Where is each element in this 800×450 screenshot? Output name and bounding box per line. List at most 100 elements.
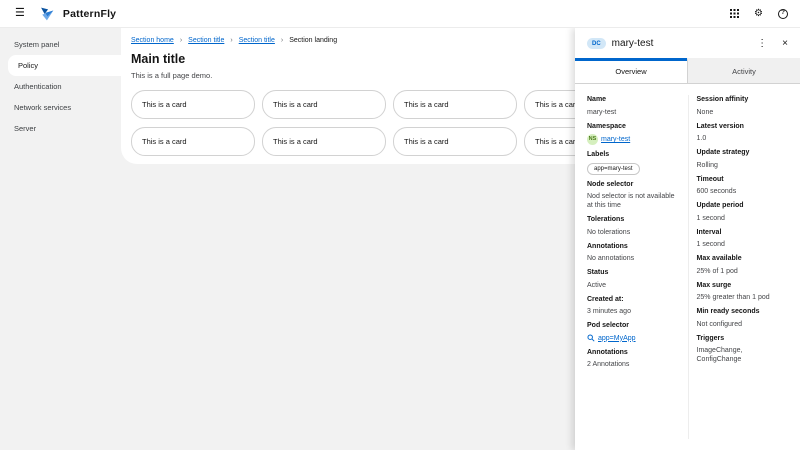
grid-icon	[730, 9, 740, 18]
detail-timeout: Timeout 600 seconds	[697, 175, 789, 197]
card: This is a card	[393, 127, 517, 156]
gear-icon: ⚙	[754, 7, 763, 19]
masthead: ☰ PatternFly ⚙ ?	[0, 0, 800, 28]
detail-term: Update period	[696, 202, 744, 209]
detail-value: mary-test	[587, 108, 617, 116]
card: This is a card	[131, 127, 255, 156]
kebab-icon: ⋮	[757, 37, 768, 49]
detail-value: 600 seconds	[696, 188, 737, 195]
detail-labels: Labels app=mary-test	[587, 150, 680, 175]
sidebar-item-authentication[interactable]: Authentication	[0, 76, 121, 97]
breadcrumb-link-section-title-1[interactable]: Section title	[188, 37, 224, 44]
breadcrumb-link-section-home[interactable]: Section home	[131, 37, 174, 44]
detail-session-affinity: Session affinity None	[697, 95, 789, 117]
drawer-overview-panel: Name mary-test Namespace NS mary-test La…	[575, 84, 800, 450]
drawer-title: mary-test	[611, 38, 654, 49]
detail-term: Session affinity	[696, 96, 749, 103]
detail-term: Name	[587, 96, 607, 103]
namespace-link[interactable]: mary-test	[601, 135, 630, 144]
label-chip: app=mary-test	[587, 162, 640, 175]
detail-term: Interval	[696, 228, 722, 236]
detail-term: Min ready seconds	[696, 308, 760, 315]
detail-value: No tolerations	[587, 228, 631, 236]
details-column-right: Session affinity None Latest version 1.0…	[687, 95, 789, 439]
detail-value: 3 minutes ago	[587, 308, 631, 315]
detail-max-available: Max available 25% of 1 pod	[697, 254, 789, 276]
detail-term: Annotations	[587, 348, 628, 356]
detail-term: Pod selector	[587, 322, 630, 329]
detail-interval: Interval 1 second	[697, 228, 789, 250]
sidebar-item-system-panel[interactable]: System panel	[0, 34, 121, 55]
detail-node-selector: Node selector Nod selector is not availa…	[587, 180, 680, 211]
card-label: This is a card	[535, 100, 580, 109]
card-label: This is a card	[142, 137, 187, 146]
card-label: This is a card	[273, 100, 318, 109]
card: This is a card	[393, 90, 517, 119]
hamburger-icon: ☰	[15, 7, 25, 19]
detail-triggers: Triggers ImageChange, ConfigChange	[697, 334, 789, 365]
breadcrumb-link-section-title-2[interactable]: Section title	[239, 37, 275, 44]
detail-value: 1 second	[696, 241, 725, 248]
card-label: This is a card	[273, 137, 318, 146]
card: This is a card	[262, 127, 386, 156]
detail-term: Update strategy	[696, 149, 750, 156]
detail-update-strategy: Update strategy Rolling	[697, 148, 789, 170]
detail-annotations-count: Annotations 2 Annotations	[587, 348, 680, 370]
settings-button[interactable]: ⚙	[754, 7, 763, 19]
detail-term: Created at:	[587, 295, 624, 303]
chevron-right-icon: ›	[230, 37, 233, 44]
detail-value: Rolling	[696, 161, 718, 169]
sidebar-item-server[interactable]: Server	[0, 118, 121, 139]
card-label: This is a card	[535, 137, 580, 146]
breadcrumb-current-item: Section landing	[289, 37, 338, 44]
detail-value: 25% of 1 pod	[696, 267, 738, 275]
drawer-header: DC mary-test ⋮ ×	[575, 28, 800, 58]
detail-term: Namespace	[587, 122, 626, 130]
namespace-badge: NS	[587, 134, 598, 145]
detail-tolerations: Tolerations No tolerations	[587, 215, 680, 237]
detail-value: 2 Annotations	[587, 361, 630, 368]
close-icon: ×	[782, 37, 788, 49]
sidebar-nav: System panel Policy Authentication Netwo…	[0, 28, 121, 450]
detail-term: Latest version	[696, 122, 744, 130]
detail-status: Status Active	[587, 268, 680, 290]
page-body: System panel Policy Authentication Netwo…	[0, 28, 800, 450]
detail-term: Timeout	[696, 175, 724, 183]
details-drawer: DC mary-test ⋮ × Overview Activity Name …	[575, 28, 800, 450]
patternfly-logo-icon	[40, 7, 55, 21]
kebab-menu-button[interactable]: ⋮	[757, 37, 768, 49]
detail-value: Active	[587, 281, 607, 289]
detail-name: Name mary-test	[587, 95, 680, 117]
detail-update-period: Update period 1 second	[697, 201, 789, 223]
detail-created-at: Created at: 3 minutes ago	[587, 295, 680, 317]
detail-term: Max available	[696, 255, 742, 262]
detail-value: 1 second	[696, 214, 725, 222]
detail-term: Max surge	[696, 281, 732, 289]
sidebar-item-policy[interactable]: Policy	[8, 55, 121, 76]
detail-pod-selector: Pod selector app=MyApp	[587, 321, 680, 343]
detail-value: Nod selector is not available at this ti…	[587, 193, 675, 209]
sidebar-item-network-services[interactable]: Network services	[0, 97, 121, 118]
tab-overview[interactable]: Overview	[575, 58, 687, 83]
hamburger-menu-button[interactable]: ☰	[12, 6, 28, 21]
help-button[interactable]: ?	[778, 8, 788, 19]
detail-term: Annotations	[587, 242, 628, 250]
details-column-left: Name mary-test Namespace NS mary-test La…	[587, 95, 688, 439]
magnifier-icon	[587, 334, 595, 342]
app-launcher-button[interactable]	[730, 9, 740, 18]
detail-namespace: Namespace NS mary-test	[587, 122, 680, 145]
detail-value: None	[696, 108, 714, 116]
card: This is a card	[262, 90, 386, 119]
pod-selector-link[interactable]: app=MyApp	[598, 334, 636, 343]
help-icon: ?	[778, 8, 788, 19]
card-label: This is a card	[142, 100, 187, 109]
card-label: This is a card	[404, 100, 449, 109]
drawer-tabs: Overview Activity	[575, 58, 800, 84]
drawer-close-button[interactable]: ×	[782, 37, 788, 49]
detail-value: 1.0	[696, 135, 707, 142]
detail-term: Status	[587, 269, 609, 276]
card: This is a card	[131, 90, 255, 119]
tab-activity[interactable]: Activity	[687, 58, 800, 83]
detail-term: Triggers	[696, 334, 725, 342]
detail-value: 25% greater than 1 pod	[696, 294, 770, 301]
